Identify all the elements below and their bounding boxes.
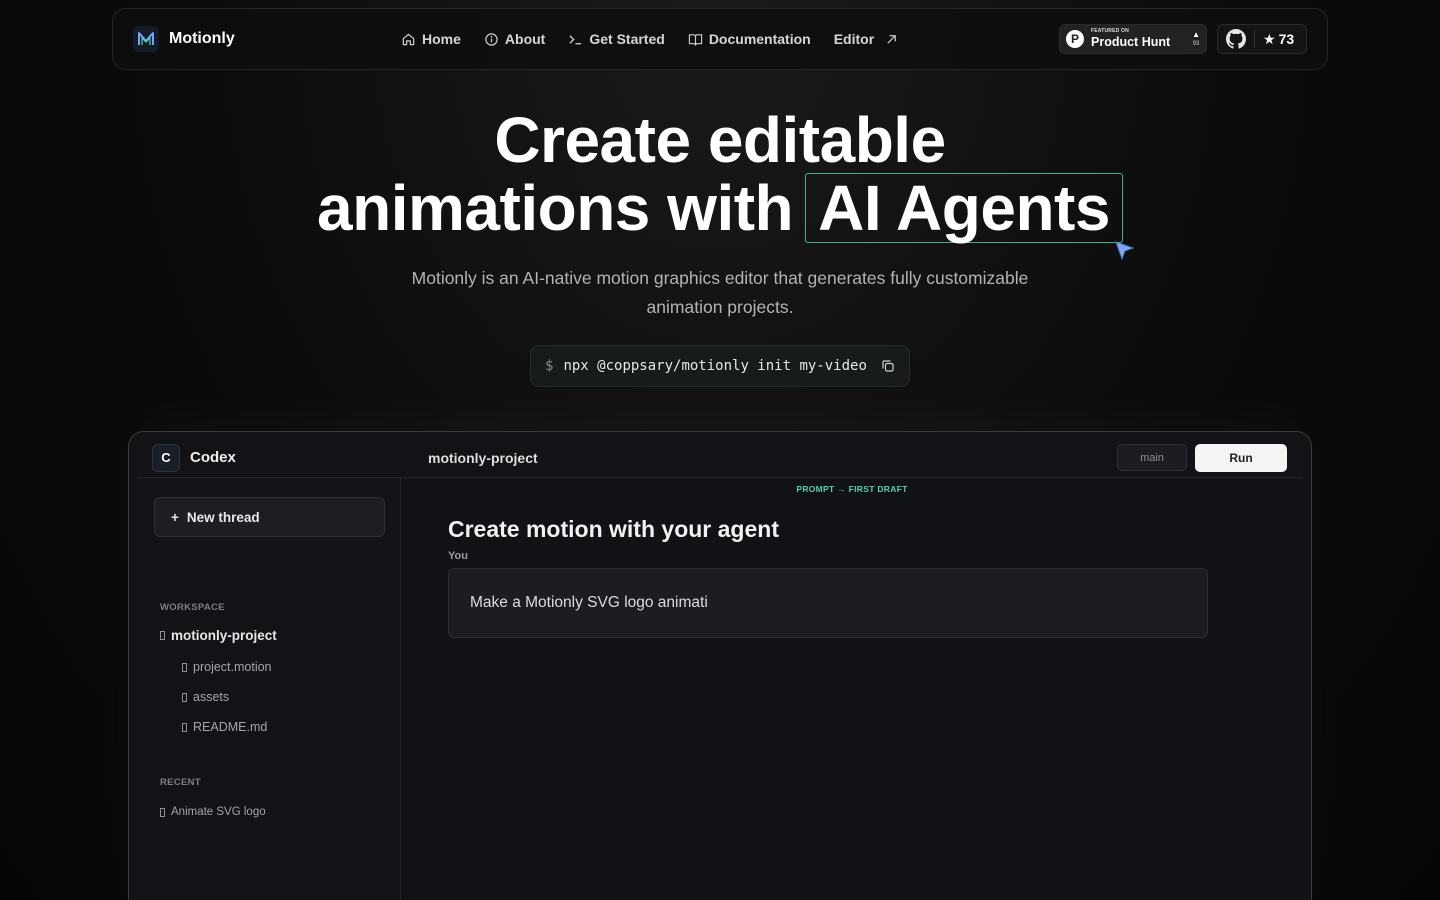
product-hunt-votes: ▲ 93: [1192, 30, 1200, 48]
folder-icon: [182, 692, 187, 702]
nav-home-label: Home: [422, 31, 461, 47]
terminal-icon: [569, 34, 582, 44]
github-star-count: ★ 73: [1263, 31, 1294, 48]
app-preview-window: C Codex motionly-project main Run + New …: [128, 431, 1312, 900]
workspace-label: WORKSPACE: [160, 602, 225, 613]
recent-thread-label: Animate SVG logo: [171, 806, 266, 818]
prompt-text: Make a Motionly SVG logo animati: [470, 594, 708, 611]
product-hunt-text: FEATURED ON Product Hunt: [1091, 29, 1170, 49]
info-icon: [485, 32, 498, 46]
product-hunt-icon: P: [1066, 30, 1084, 48]
product-hunt-badge[interactable]: P FEATURED ON Product Hunt ▲ 93: [1059, 24, 1207, 54]
app-name: Codex: [190, 449, 236, 466]
product-hunt-vote-count: 93: [1192, 41, 1200, 47]
nav-editor-label: Editor: [833, 31, 875, 47]
github-divider: [1254, 30, 1255, 48]
app-sidebar: + New thread WORKSPACE motionly-project …: [137, 478, 401, 900]
hero-subtitle: Motionly is an AI-native motion graphics…: [411, 268, 1029, 317]
new-thread-button[interactable]: + New thread: [154, 497, 385, 537]
file-icon: [182, 662, 187, 672]
hero-title: Create editable animations with AI Agent…: [0, 108, 1440, 243]
tree-item-folder[interactable]: assets: [182, 690, 229, 704]
upvote-icon: ▲: [1192, 30, 1200, 39]
home-icon: [402, 33, 415, 45]
star-icon: ★: [1263, 30, 1276, 47]
install-command[interactable]: $ npx @coppsary/motionly init my-video: [530, 345, 910, 387]
product-hunt-featured: FEATURED ON: [1091, 28, 1129, 35]
new-thread-label: New thread: [186, 509, 260, 525]
github-stars-value: 73: [1278, 31, 1295, 47]
top-navbar: Motionly Home About Get Started Document…: [112, 8, 1328, 70]
hero-title-line2: animations with AI Agents: [317, 173, 1123, 243]
nav-editor-link[interactable]: Editor: [834, 31, 899, 47]
plus-icon: +: [171, 509, 179, 525]
tree-item-label: README.md: [193, 720, 268, 734]
external-arrow-icon: [887, 34, 897, 44]
file-icon: [182, 722, 187, 732]
main-heading: Create motion with your agent: [448, 516, 779, 542]
copy-icon[interactable]: [881, 359, 895, 373]
recent-thread-item[interactable]: Animate SVG logo: [160, 806, 266, 818]
prompt-message[interactable]: Make a Motionly SVG logo animati: [448, 568, 1208, 638]
thread-icon: [160, 807, 165, 817]
tree-root-label: motionly-project: [171, 628, 277, 643]
book-icon: [688, 33, 702, 46]
user-label: You: [448, 550, 468, 562]
brand-link[interactable]: Motionly: [133, 26, 393, 52]
github-icon: [1226, 29, 1246, 49]
prompt-stage-tag: PROMPT → FIRST DRAFT: [796, 484, 908, 494]
recent-label: RECENT: [160, 777, 201, 788]
github-stars-badge[interactable]: ★ 73: [1217, 24, 1307, 54]
brand-name: Motionly: [169, 30, 235, 47]
hero-title-line1: Create editable: [494, 104, 946, 176]
tree-item-file[interactable]: README.md: [182, 720, 267, 734]
product-hunt-name: Product Hunt: [1091, 35, 1171, 50]
tree-root-folder[interactable]: motionly-project: [160, 628, 277, 643]
nav-get-started-label: Get Started: [589, 31, 665, 47]
nav-documentation-link[interactable]: Documentation: [688, 31, 811, 47]
motionly-logo-icon: [133, 26, 159, 52]
tree-item-label: project.motion: [193, 660, 272, 674]
pointer-cursor-icon: [1115, 241, 1135, 261]
nav-documentation-label: Documentation: [708, 31, 811, 47]
nav-home-link[interactable]: Home: [401, 31, 461, 47]
tree-item-label: assets: [193, 690, 230, 704]
nav-about-link[interactable]: About: [484, 31, 545, 47]
branch-button[interactable]: main: [1117, 444, 1187, 471]
nav-right: P FEATURED ON Product Hunt ▲ 93 ★ 73: [1059, 9, 1307, 69]
project-name: motionly-project: [428, 449, 538, 466]
hero-title-line2-text: animations with: [317, 171, 794, 244]
nav-about-label: About: [504, 31, 546, 47]
app-main-panel: PROMPT → FIRST DRAFT Create motion with …: [401, 478, 1303, 900]
command-prompt-symbol: $: [545, 358, 554, 374]
run-button[interactable]: Run: [1195, 443, 1287, 472]
folder-icon: [160, 631, 165, 640]
hero-title-highlight: AI Agents: [805, 173, 1123, 243]
nav-get-started-link[interactable]: Get Started: [568, 31, 665, 47]
app-toolbar: C Codex motionly-project main Run: [137, 438, 1303, 478]
command-text: npx @coppsary/motionly init my-video: [563, 358, 867, 374]
nav-links: Home About Get Started Documentation Edi…: [401, 9, 899, 69]
app-badge: C: [152, 443, 180, 472]
tree-item-file[interactable]: project.motion: [182, 660, 272, 674]
